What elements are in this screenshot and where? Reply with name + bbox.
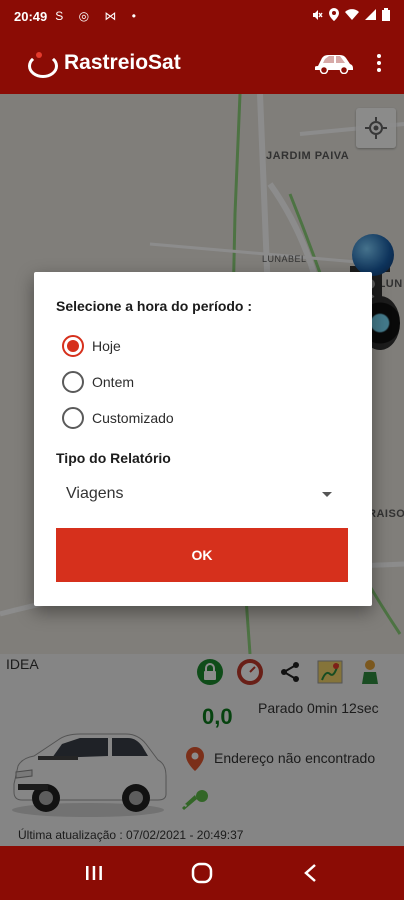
app-bar: RastreioSat bbox=[0, 32, 404, 94]
report-type-label: Tipo do Relatório bbox=[56, 450, 171, 466]
signal-icon bbox=[365, 9, 376, 23]
radio-customizado[interactable] bbox=[62, 407, 84, 429]
option-ontem[interactable]: Ontem bbox=[62, 364, 350, 400]
option-customizado[interactable]: Customizado bbox=[62, 400, 350, 436]
system-nav-bar bbox=[0, 846, 404, 900]
ok-button[interactable]: OK bbox=[56, 528, 348, 582]
option-hoje[interactable]: Hoje bbox=[62, 328, 350, 364]
report-type-select[interactable]: Viagens bbox=[56, 474, 350, 514]
radio-ontem[interactable] bbox=[62, 371, 84, 393]
system-icons bbox=[311, 8, 390, 24]
car-icon[interactable] bbox=[314, 50, 354, 76]
period-options: Hoje Ontem Customizado bbox=[56, 328, 350, 436]
app-title: RastreioSat bbox=[64, 51, 181, 74]
app-logo bbox=[26, 48, 58, 78]
mute-icon bbox=[311, 9, 323, 24]
period-dialog: Selecione a hora do período : Hoje Ontem… bbox=[34, 272, 372, 606]
status-bar: 20:49 S ◎ ⋈ • bbox=[0, 0, 404, 32]
dropdown-arrow-icon bbox=[322, 491, 332, 497]
location-icon bbox=[329, 8, 339, 24]
wifi-icon bbox=[345, 9, 359, 23]
home-icon[interactable] bbox=[182, 853, 222, 893]
option-label: Hoje bbox=[92, 338, 121, 354]
radio-hoje[interactable] bbox=[62, 335, 84, 357]
battery-icon bbox=[382, 8, 390, 24]
option-label: Customizado bbox=[92, 410, 174, 426]
notification-icons: S ◎ ⋈ • bbox=[55, 9, 142, 23]
report-type-value: Viagens bbox=[66, 485, 124, 502]
clock: 20:49 bbox=[14, 8, 48, 24]
recent-apps-icon[interactable] bbox=[74, 853, 114, 893]
dialog-title: Selecione a hora do período : bbox=[56, 298, 253, 314]
more-vert-icon[interactable] bbox=[366, 43, 392, 83]
option-label: Ontem bbox=[92, 374, 135, 390]
back-icon[interactable] bbox=[290, 853, 330, 893]
